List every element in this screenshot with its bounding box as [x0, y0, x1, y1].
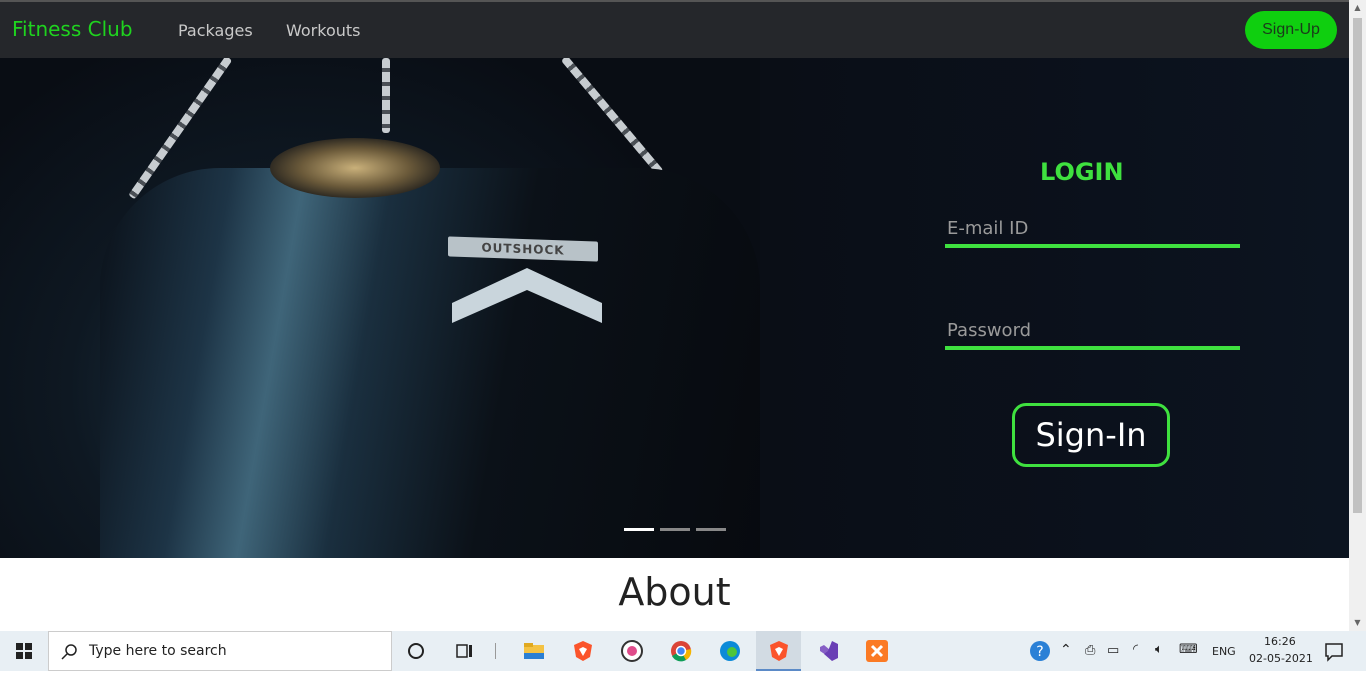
language-indicator[interactable]: ENG — [1212, 645, 1236, 658]
page: Fitness Club Packages Workouts Sign-Up O… — [0, 0, 1349, 631]
help-icon[interactable]: ? — [1028, 639, 1052, 663]
volume-icon[interactable]: 🔈︎ — [1155, 642, 1163, 657]
carousel-indicators — [624, 528, 726, 531]
clock-date[interactable]: 02-05-2021 — [1249, 652, 1313, 665]
chevron-up-icon[interactable]: ⌃ — [1060, 642, 1072, 658]
file-explorer-icon[interactable] — [522, 639, 546, 663]
scroll-thumb[interactable] — [1353, 18, 1362, 513]
device-icon[interactable]: ⎙ — [1085, 643, 1095, 658]
carousel-indicator-2[interactable] — [660, 528, 690, 531]
nav-link-workouts[interactable]: Workouts — [286, 21, 360, 40]
battery-icon[interactable]: ▭ — [1107, 643, 1119, 658]
chrome-icon[interactable] — [669, 639, 693, 663]
login-title: LOGIN — [1040, 158, 1124, 186]
start-button[interactable] — [0, 631, 48, 671]
carousel-indicator-1[interactable] — [624, 528, 654, 531]
svg-text:?: ? — [1036, 644, 1043, 660]
email-input[interactable] — [945, 212, 1240, 248]
bag-chevron-logo — [452, 268, 602, 323]
taskbar-search[interactable]: Type here to search — [48, 631, 392, 671]
brand-logo[interactable]: Fitness Club — [12, 17, 133, 41]
search-icon — [61, 644, 77, 660]
hero-dark-panel — [760, 58, 1349, 558]
clock-time[interactable]: 16:26 — [1264, 635, 1296, 648]
windows-taskbar: Type here to search ? ⌃ ⎙ ▭ ◜ 🔈︎ ⌨ ENG 1… — [0, 631, 1366, 671]
page-scrollbar[interactable]: ▲ ▼ — [1349, 0, 1366, 631]
search-placeholder: Type here to search — [89, 643, 227, 659]
keyboard-icon[interactable]: ⌨ — [1179, 642, 1198, 657]
hero-carousel: OUTSHOCK LOGIN Sign-In — [0, 58, 1349, 558]
nav-link-packages[interactable]: Packages — [178, 21, 253, 40]
media-player-icon[interactable] — [620, 639, 644, 663]
brave-icon[interactable] — [571, 639, 595, 663]
signin-button[interactable]: Sign-In — [1012, 403, 1170, 467]
wifi-icon[interactable]: ◜ — [1133, 642, 1138, 657]
xampp-icon[interactable] — [865, 639, 889, 663]
brave-active-icon[interactable] — [767, 639, 791, 663]
password-input[interactable] — [945, 314, 1240, 350]
signup-button[interactable]: Sign-Up — [1245, 11, 1337, 49]
cortana-icon[interactable] — [404, 639, 428, 663]
notification-icon[interactable] — [1322, 639, 1346, 663]
about-heading: About — [618, 570, 731, 614]
windows-icon — [16, 643, 32, 659]
punching-bag-top — [270, 138, 440, 198]
navbar: Fitness Club Packages Workouts Sign-Up — [0, 0, 1349, 58]
task-view-icon[interactable] — [452, 639, 476, 663]
taskbar-divider — [495, 643, 496, 659]
edge-icon[interactable] — [718, 639, 742, 663]
chain-right — [560, 58, 664, 176]
scroll-down-icon[interactable]: ▼ — [1353, 618, 1362, 628]
visual-studio-icon[interactable] — [816, 639, 840, 663]
chain-middle — [382, 58, 390, 133]
punching-bag-image — [100, 168, 760, 558]
scroll-up-icon[interactable]: ▲ — [1353, 3, 1362, 13]
carousel-indicator-3[interactable] — [696, 528, 726, 531]
